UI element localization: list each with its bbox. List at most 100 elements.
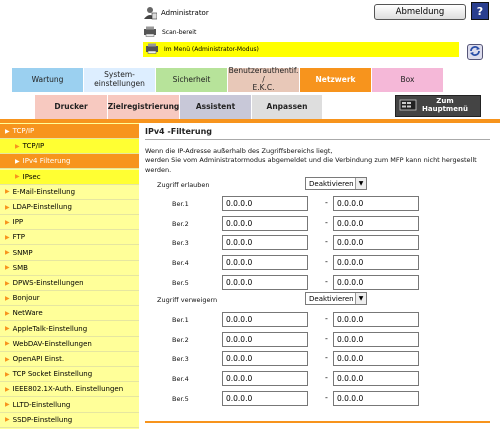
- sidebar-item[interactable]: ▶ WebDAV-Einstellungen: [0, 337, 139, 352]
- sidebar-item[interactable]: ▶ Bonjour: [0, 291, 139, 307]
- range-end-input[interactable]: 0.0.0.0: [333, 371, 419, 387]
- range-label: Ber.1: [172, 316, 189, 324]
- sidebar-item[interactable]: ▶ E-Mail-Einstellung: [0, 185, 139, 200]
- subtab-0[interactable]: Drucker: [35, 95, 107, 119]
- sidebar-item[interactable]: ▶ LLTD-Einstellung: [0, 398, 139, 413]
- range-start-input[interactable]: 0.0.0.0: [222, 255, 308, 271]
- sidebar-item[interactable]: ▶ LDAP-Einstellung: [0, 200, 139, 215]
- bottom-divider: [145, 421, 490, 423]
- home-menu-button[interactable]: Zum Hauptmenü: [395, 95, 481, 117]
- refresh-button[interactable]: [467, 44, 483, 60]
- tab-0[interactable]: Wartung: [12, 68, 83, 92]
- triangle-right-icon: ▶: [5, 401, 10, 409]
- sidebar-item-label: TCP Socket Einstellung: [12, 370, 93, 379]
- user-label: Administrator: [161, 9, 209, 17]
- range-end-input[interactable]: 0.0.0.0: [333, 312, 419, 327]
- tab-1[interactable]: System- einstellungen: [84, 68, 155, 92]
- tab-2[interactable]: Sicherheit: [156, 68, 227, 92]
- triangle-right-icon: ▶: [5, 416, 10, 424]
- triangle-right-icon: ▶: [5, 325, 10, 333]
- allow-access-value: Deaktivieren: [309, 179, 354, 188]
- sidebar-item-label: LLTD-Einstellung: [12, 400, 71, 409]
- range-start-input[interactable]: 0.0.0.0: [222, 351, 308, 367]
- sidebar-item[interactable]: ▶ IEEE802.1X-Auth. Einstellungen: [0, 382, 139, 398]
- sidebar-item[interactable]: ▶ SSDP-Einstellung: [0, 413, 139, 428]
- sidebar-item-label: IPP: [12, 218, 24, 227]
- triangle-right-icon: ▶: [5, 309, 10, 317]
- logout-button[interactable]: Abmeldung: [374, 4, 466, 20]
- sidebar-item[interactable]: ▶ AppleTalk-Einstellung: [0, 322, 139, 337]
- sidebar-item-label: IPv4 Filterung: [22, 157, 71, 166]
- range-end-input[interactable]: 0.0.0.0: [333, 351, 419, 367]
- info-message: Wenn die IP-Adresse außerhalb des Zugrif…: [145, 147, 500, 175]
- subtab-1[interactable]: Zielregistrierung: [108, 95, 179, 119]
- range-start-input[interactable]: 0.0.0.0: [222, 331, 308, 347]
- sidebar-item-label: OpenAPI Einst.: [12, 355, 65, 363]
- triangle-right-icon: ▶: [5, 340, 10, 348]
- deny-access-select[interactable]: Deaktivieren ▼: [305, 292, 367, 305]
- range-label: Ber.1: [172, 200, 189, 208]
- sidebar: ▶ TCP/IP ▶ TCP/IP ▶ IPv4 Filterung ▶ IPsec ▶ E-Ma…: [0, 123, 139, 429]
- tab-3[interactable]: Benutzerauthentif. / E.K.C.: [228, 66, 299, 92]
- triangle-right-icon: ▶: [15, 157, 20, 165]
- sidebar-item-label: IPsec: [22, 172, 41, 181]
- sidebar-item[interactable]: ▶ FTP: [0, 230, 139, 246]
- range-start-input[interactable]: 0.0.0.0: [222, 196, 308, 211]
- range-separator: -: [325, 392, 328, 402]
- home-icon: [399, 98, 417, 114]
- allow-access-select[interactable]: Deaktivieren ▼: [305, 177, 367, 190]
- sidebar-item-label: LDAP-Einstellung: [12, 203, 72, 211]
- range-start-input[interactable]: 0.0.0.0: [222, 274, 308, 290]
- sidebar-item-label: SNMP: [12, 248, 33, 257]
- triangle-right-icon: ▶: [5, 264, 10, 272]
- range-end-input[interactable]: 0.0.0.0: [333, 331, 419, 347]
- range-start-input[interactable]: 0.0.0.0: [222, 312, 308, 327]
- range-label: Ber.4: [172, 375, 189, 384]
- sidebar-item[interactable]: ▶ SMB: [0, 261, 139, 276]
- sidebar-item-label: IEEE802.1X-Auth. Einstellungen: [12, 385, 124, 394]
- range-end-input[interactable]: 0.0.0.0: [333, 390, 419, 406]
- range-start-input[interactable]: 0.0.0.0: [222, 390, 308, 406]
- triangle-right-icon: ▶: [15, 142, 20, 150]
- range-end-input[interactable]: 0.0.0.0: [333, 274, 419, 290]
- sidebar-item[interactable]: ▶ NetWare: [0, 306, 139, 322]
- range-end-input[interactable]: 0.0.0.0: [333, 215, 419, 231]
- range-end-input[interactable]: 0.0.0.0: [333, 196, 419, 211]
- range-start-input[interactable]: 0.0.0.0: [222, 215, 308, 231]
- sidebar-item-label: DPWS-Einstellungen: [12, 279, 84, 287]
- subtab-2[interactable]: Assistent: [180, 95, 251, 119]
- triangle-right-icon: ▶: [5, 233, 10, 241]
- triangle-right-icon: ▶: [5, 218, 10, 226]
- sidebar-item[interactable]: ▶ SNMP: [0, 246, 139, 261]
- range-end-input[interactable]: 0.0.0.0: [333, 235, 419, 251]
- sidebar-item[interactable]: ▶ TCP/IP: [0, 139, 139, 155]
- range-start-input[interactable]: 0.0.0.0: [222, 371, 308, 387]
- tab-5[interactable]: Box: [372, 68, 443, 92]
- sidebar-item[interactable]: ▶ IPP: [0, 215, 139, 231]
- mode-status-text: Im Menü (Administrator-Modus): [164, 46, 259, 53]
- range-separator: -: [325, 198, 328, 207]
- range-separator: -: [325, 353, 328, 363]
- subtab-3[interactable]: Anpassen: [252, 95, 322, 119]
- scan-status-text: Scan-bereit: [162, 29, 197, 36]
- range-end-input[interactable]: 0.0.0.0: [333, 255, 419, 271]
- triangle-right-icon: ▶: [5, 370, 10, 378]
- refresh-icon: [469, 45, 481, 59]
- range-separator: -: [325, 257, 328, 267]
- range-separator: -: [325, 333, 328, 343]
- range-start-input[interactable]: 0.0.0.0: [222, 235, 308, 251]
- user-icon: [143, 6, 158, 20]
- range-label: Ber.3: [172, 355, 189, 364]
- sidebar-item-label: SMB: [12, 263, 28, 272]
- page-title: IPv4 -Filterung: [145, 127, 212, 136]
- sidebar-item[interactable]: ▶ IPsec: [0, 169, 139, 185]
- help-button[interactable]: ?: [471, 2, 489, 20]
- sidebar-item[interactable]: ▶ DPWS-Einstellungen: [0, 276, 139, 291]
- sidebar-item[interactable]: ▶ OpenAPI Einst.: [0, 352, 139, 367]
- sidebar-item[interactable]: ▶ TCP/IP: [0, 124, 139, 139]
- sidebar-item[interactable]: ▶ TCP Socket Einstellung: [0, 367, 139, 383]
- sidebar-item-label: Bonjour: [12, 294, 40, 303]
- tab-4[interactable]: Netzwerk: [300, 68, 371, 92]
- sidebar-item[interactable]: ▶ IPv4 Filterung: [0, 154, 139, 170]
- sidebar-item-label: TCP/IP: [22, 142, 45, 151]
